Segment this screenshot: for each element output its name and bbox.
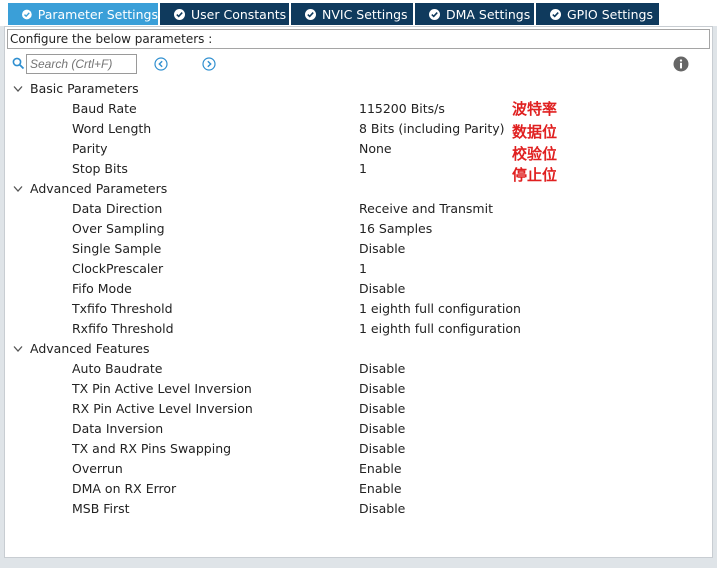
param-row-data-direction[interactable]: Data Direction Receive and Transmit [5,199,705,219]
param-name: DMA on RX Error [72,481,177,496]
param-value[interactable]: Disable [359,379,405,399]
tab-parameter-settings[interactable]: Parameter Settings [8,3,158,25]
param-row-over-sampling[interactable]: Over Sampling 16 Samples [5,219,705,239]
param-name: Fifo Mode [72,281,132,296]
param-value[interactable]: 8 Bits (including Parity) [359,119,505,139]
tab-dma-settings[interactable]: DMA Settings [415,3,534,25]
param-name: TX Pin Active Level Inversion [72,381,252,396]
group-title: Basic Parameters [30,81,139,96]
next-match-icon[interactable] [202,57,216,71]
param-name: Over Sampling [72,221,165,236]
param-row-clock-prescaler[interactable]: ClockPrescaler 1 [5,259,705,279]
param-value[interactable]: Disable [359,359,405,379]
group-advanced-features[interactable]: Advanced Features [5,339,705,359]
annotation-baud-rate: 波特率 [512,100,558,118]
check-circle-icon [174,8,185,20]
param-value[interactable]: Enable [359,479,402,499]
param-row-txfifo-threshold[interactable]: Txfifo Threshold 1 eighth full configura… [5,299,705,319]
param-row-tx-pin-inversion[interactable]: TX Pin Active Level Inversion Disable [5,379,705,399]
param-row-stop-bits[interactable]: Stop Bits 1 [5,159,705,179]
param-name: ClockPrescaler [72,261,164,276]
param-name: Parity [72,141,108,156]
param-row-parity[interactable]: Parity None [5,139,705,159]
group-title: Advanced Parameters [30,181,168,196]
param-name: Stop Bits [72,161,128,176]
param-value[interactable]: None [359,139,392,159]
chevron-down-icon[interactable] [13,185,23,193]
check-circle-icon [550,8,561,20]
search-icon [12,57,25,70]
param-row-pins-swapping[interactable]: TX and RX Pins Swapping Disable [5,439,705,459]
param-name: Auto Baudrate [72,361,163,376]
param-name: Word Length [72,121,152,136]
param-name: RX Pin Active Level Inversion [72,401,253,416]
param-row-baud-rate[interactable]: Baud Rate 115200 Bits/s [5,99,705,119]
chevron-down-icon[interactable] [13,85,23,93]
param-value[interactable]: 115200 Bits/s [359,99,445,119]
tab-gpio-settings[interactable]: GPIO Settings [536,3,659,25]
param-row-rxfifo-threshold[interactable]: Rxfifo Threshold 1 eighth full configura… [5,319,705,339]
info-icon[interactable] [673,56,689,72]
param-row-msb-first[interactable]: MSB First Disable [5,499,705,519]
param-name: Data Inversion [72,421,164,436]
param-row-auto-baudrate[interactable]: Auto Baudrate Disable [5,359,705,379]
check-circle-icon [429,8,440,20]
configure-label: Configure the below parameters : [7,29,710,49]
param-value[interactable]: Disable [359,499,405,519]
param-value[interactable]: Receive and Transmit [359,199,493,219]
param-name: Single Sample [72,241,162,256]
param-row-word-length[interactable]: Word Length 8 Bits (including Parity) [5,119,705,139]
tab-bar: Parameter Settings User Constants NVIC S… [0,0,717,26]
param-value[interactable]: Disable [359,419,405,439]
param-name: Baud Rate [72,101,137,116]
annotation-stop-bit: 停止位 [512,166,558,184]
param-value[interactable]: Disable [359,279,405,299]
param-value[interactable]: Disable [359,439,405,459]
param-value[interactable]: Disable [359,239,405,259]
group-title: Advanced Features [30,341,150,356]
param-name: MSB First [72,501,130,516]
param-value[interactable]: 1 [359,259,367,279]
tab-label: NVIC Settings [322,6,408,22]
param-name: Overrun [72,461,123,476]
param-value[interactable]: Disable [359,399,405,419]
param-row-rx-pin-inversion[interactable]: RX Pin Active Level Inversion Disable [5,399,705,419]
previous-match-icon[interactable] [154,57,168,71]
param-value[interactable]: Enable [359,459,402,479]
param-name: Txfifo Threshold [72,301,173,316]
annotation-parity-bit: 校验位 [512,145,558,163]
tab-label: GPIO Settings [567,6,653,22]
param-row-overrun[interactable]: Overrun Enable [5,459,705,479]
param-row-dma-on-rx-error[interactable]: DMA on RX Error Enable [5,479,705,499]
param-value[interactable]: 1 eighth full configuration [359,319,521,339]
search-input[interactable] [26,54,137,74]
tab-label: Parameter Settings [37,6,158,22]
parameter-panel: Configure the below parameters : Basic P… [4,26,713,558]
param-row-single-sample[interactable]: Single Sample Disable [5,239,705,259]
param-value[interactable]: 1 [359,159,367,179]
tab-nvic-settings[interactable]: NVIC Settings [291,3,413,25]
param-row-fifo-mode[interactable]: Fifo Mode Disable [5,279,705,299]
param-row-data-inversion[interactable]: Data Inversion Disable [5,419,705,439]
param-value[interactable]: 16 Samples [359,219,432,239]
tab-label: User Constants [191,6,287,22]
group-advanced-parameters[interactable]: Advanced Parameters [5,179,705,199]
check-circle-icon [22,9,32,19]
chevron-down-icon[interactable] [13,345,23,353]
check-circle-icon [305,8,316,20]
tab-label: DMA Settings [446,6,531,22]
tab-user-constants[interactable]: User Constants [160,3,289,25]
param-name: Data Direction [72,201,163,216]
annotation-data-bits: 数据位 [512,123,558,141]
param-value[interactable]: 1 eighth full configuration [359,299,521,319]
group-basic-parameters[interactable]: Basic Parameters [5,79,705,99]
param-name: Rxfifo Threshold [72,321,174,336]
param-name: TX and RX Pins Swapping [72,441,232,456]
